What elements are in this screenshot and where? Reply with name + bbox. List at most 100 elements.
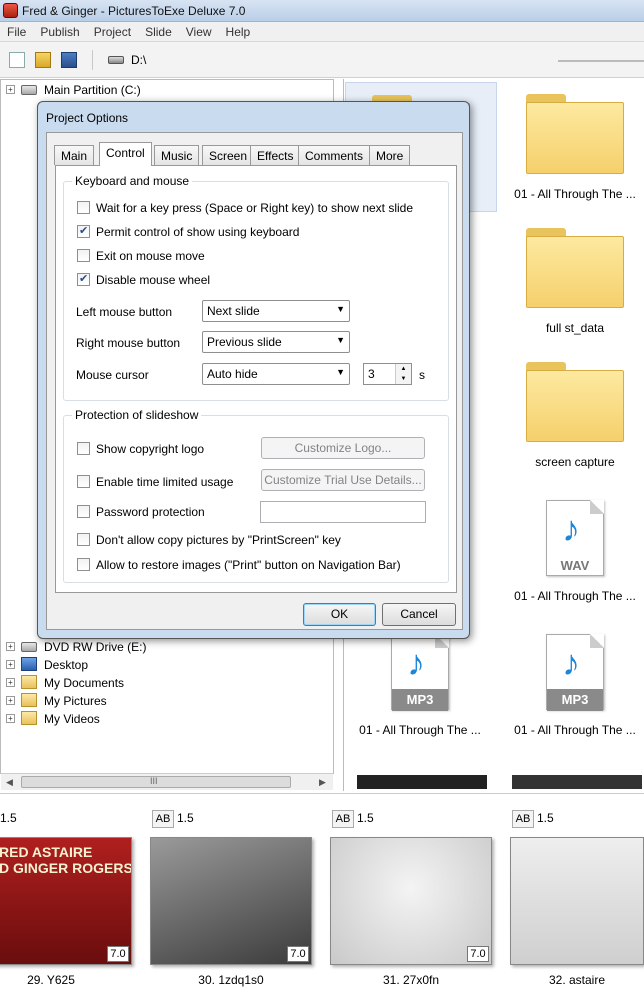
menu-slide[interactable]: Slide [138,22,179,39]
slide-caption: 32. astaire [548,973,606,987]
toolbar: D:\ [0,42,644,78]
tab-control[interactable]: Control [99,142,152,166]
permit-keyboard-label[interactable]: Permit control of show using keyboard [96,225,299,239]
tab-screen[interactable]: Screen [202,145,255,165]
wait-keypress-label[interactable]: Wait for a key press (Space or Right key… [96,201,413,215]
disable-wheel-label[interactable]: Disable mouse wheel [96,273,210,287]
tree-horizontal-scrollbar[interactable]: ◀ III ▶ [1,773,333,790]
no-printscreen-checkbox[interactable] [77,533,90,546]
ab-badge[interactable]: AB [152,810,174,828]
mp3-file-icon[interactable]: ♪ MP3 [391,634,449,711]
file-caption[interactable]: 01 - All Through The ... [510,723,640,737]
open-folder-icon[interactable] [35,52,51,68]
password-label[interactable]: Password protection [96,505,205,519]
tree-item-my-videos[interactable]: + My Videos [1,710,331,728]
slide-version-badge: 7.0 [287,946,309,962]
menu-publish[interactable]: Publish [33,22,86,39]
slide-thumbnail[interactable] [510,837,644,965]
wav-file-icon[interactable]: ♪ WAV [546,500,604,576]
tree-item-desktop[interactable]: + Desktop [1,656,331,674]
customize-trial-button[interactable]: Customize Trial Use Details... [261,469,425,491]
drive-icon [108,56,124,64]
dropdown-arrow-icon: ▼ [336,304,345,314]
video-file-thumbnail[interactable] [512,775,642,789]
exit-mouse-move-label[interactable]: Exit on mouse move [96,249,205,263]
wait-keypress-checkbox[interactable] [77,201,90,214]
scrollbar-thumb[interactable]: III [21,776,291,788]
file-caption[interactable]: 01 - All Through The ... [355,723,485,737]
music-note-icon: ♪ [407,642,425,683]
no-printscreen-label[interactable]: Don't allow copy pictures by "PrintScree… [96,533,341,547]
show-logo-checkbox[interactable] [77,442,90,455]
allow-restore-checkbox[interactable] [77,558,90,571]
menu-view[interactable]: View [179,22,219,39]
left-mouse-select[interactable]: Next slide ▼ [202,300,350,322]
mp3-file-icon[interactable]: ♪ MP3 [546,634,604,711]
expand-icon[interactable]: + [6,678,15,687]
expand-icon[interactable]: + [6,696,15,705]
folder-icon[interactable] [526,362,624,442]
permit-keyboard-checkbox[interactable] [77,224,90,238]
file-caption[interactable]: 01 - All Through The ... [510,187,640,201]
group-title: Protection of slideshow [72,408,202,422]
password-checkbox[interactable] [77,505,90,518]
mouse-cursor-select[interactable]: Auto hide ▼ [202,363,350,385]
customize-logo-button[interactable]: Customize Logo... [261,437,425,459]
expand-icon[interactable]: + [6,660,15,669]
expand-icon[interactable]: + [6,85,15,94]
documents-folder-icon [21,675,37,689]
allow-restore-label[interactable]: Allow to restore images ("Print" button … [96,558,401,572]
slide-thumbnail[interactable]: RED ASTAIRE D GINGER ROGERS 7.0 [0,837,132,965]
tab-main[interactable]: Main [54,145,95,165]
expand-icon[interactable]: + [6,714,15,723]
slide-thumbnail[interactable]: 7.0 [330,837,492,965]
tab-more[interactable]: More [369,145,411,165]
menu-project[interactable]: Project [87,22,138,39]
zoom-slider[interactable] [558,60,644,62]
cancel-button[interactable]: Cancel [382,603,456,626]
menu-help[interactable]: Help [219,22,258,39]
right-mouse-select[interactable]: Previous slide ▼ [202,331,350,353]
password-field[interactable] [260,501,426,523]
title-bar: Fred & Ginger - PicturesToExe Deluxe 7.0 [0,0,644,22]
exit-mouse-move-checkbox[interactable] [77,249,90,262]
tab-effects[interactable]: Effects [250,145,301,165]
ok-button[interactable]: OK [303,603,376,626]
expand-icon[interactable]: + [6,642,15,651]
tab-comments[interactable]: Comments [298,145,371,165]
ab-badge[interactable]: AB [512,810,534,828]
tree-item-dvd-drive[interactable]: + DVD RW Drive (E:) [1,638,331,656]
tab-music[interactable]: Music [154,145,200,165]
protection-group: Protection of slideshow Show copyright l… [63,408,449,583]
tree-item-main-partition[interactable]: + Main Partition (C:) [1,81,331,99]
tree-item-label: Main Partition (C:) [44,83,141,97]
slide-duration: 1.5 [177,811,194,825]
left-mouse-label: Left mouse button [76,305,173,319]
ab-badge[interactable]: AB [332,810,354,828]
spinner-buttons[interactable]: ▲ ▼ [395,364,411,384]
control-tab-panel: Keyboard and mouse Wait for a key press … [55,165,457,593]
time-limited-checkbox[interactable] [77,475,90,488]
menu-file[interactable]: File [0,22,33,39]
slide-thumbnail[interactable]: 7.0 [150,837,312,965]
file-extension: MP3 [392,689,448,711]
new-file-icon[interactable] [9,52,25,68]
right-mouse-label: Right mouse button [76,336,181,350]
tree-item-my-pictures[interactable]: + My Pictures [1,692,331,710]
scroll-left-icon[interactable]: ◀ [6,777,13,788]
file-caption[interactable]: 01 - All Through The ... [510,589,640,603]
tree-item-my-documents[interactable]: + My Documents [1,674,331,692]
cursor-seconds-spinner[interactable]: 3 ▲ ▼ [363,363,412,385]
file-caption[interactable]: full st_data [510,321,640,335]
folder-icon[interactable] [526,228,624,308]
video-file-thumbnail[interactable] [357,775,487,789]
time-limited-label[interactable]: Enable time limited usage [96,475,233,489]
file-caption[interactable]: screen capture [510,455,640,469]
show-logo-label[interactable]: Show copyright logo [96,442,204,456]
slide-duration: 1.5 [537,811,554,825]
scroll-right-icon[interactable]: ▶ [319,777,326,788]
folder-icon[interactable] [526,94,624,174]
save-icon[interactable] [61,52,77,68]
disable-wheel-checkbox[interactable] [77,272,90,286]
dropdown-arrow-icon: ▼ [336,335,345,345]
